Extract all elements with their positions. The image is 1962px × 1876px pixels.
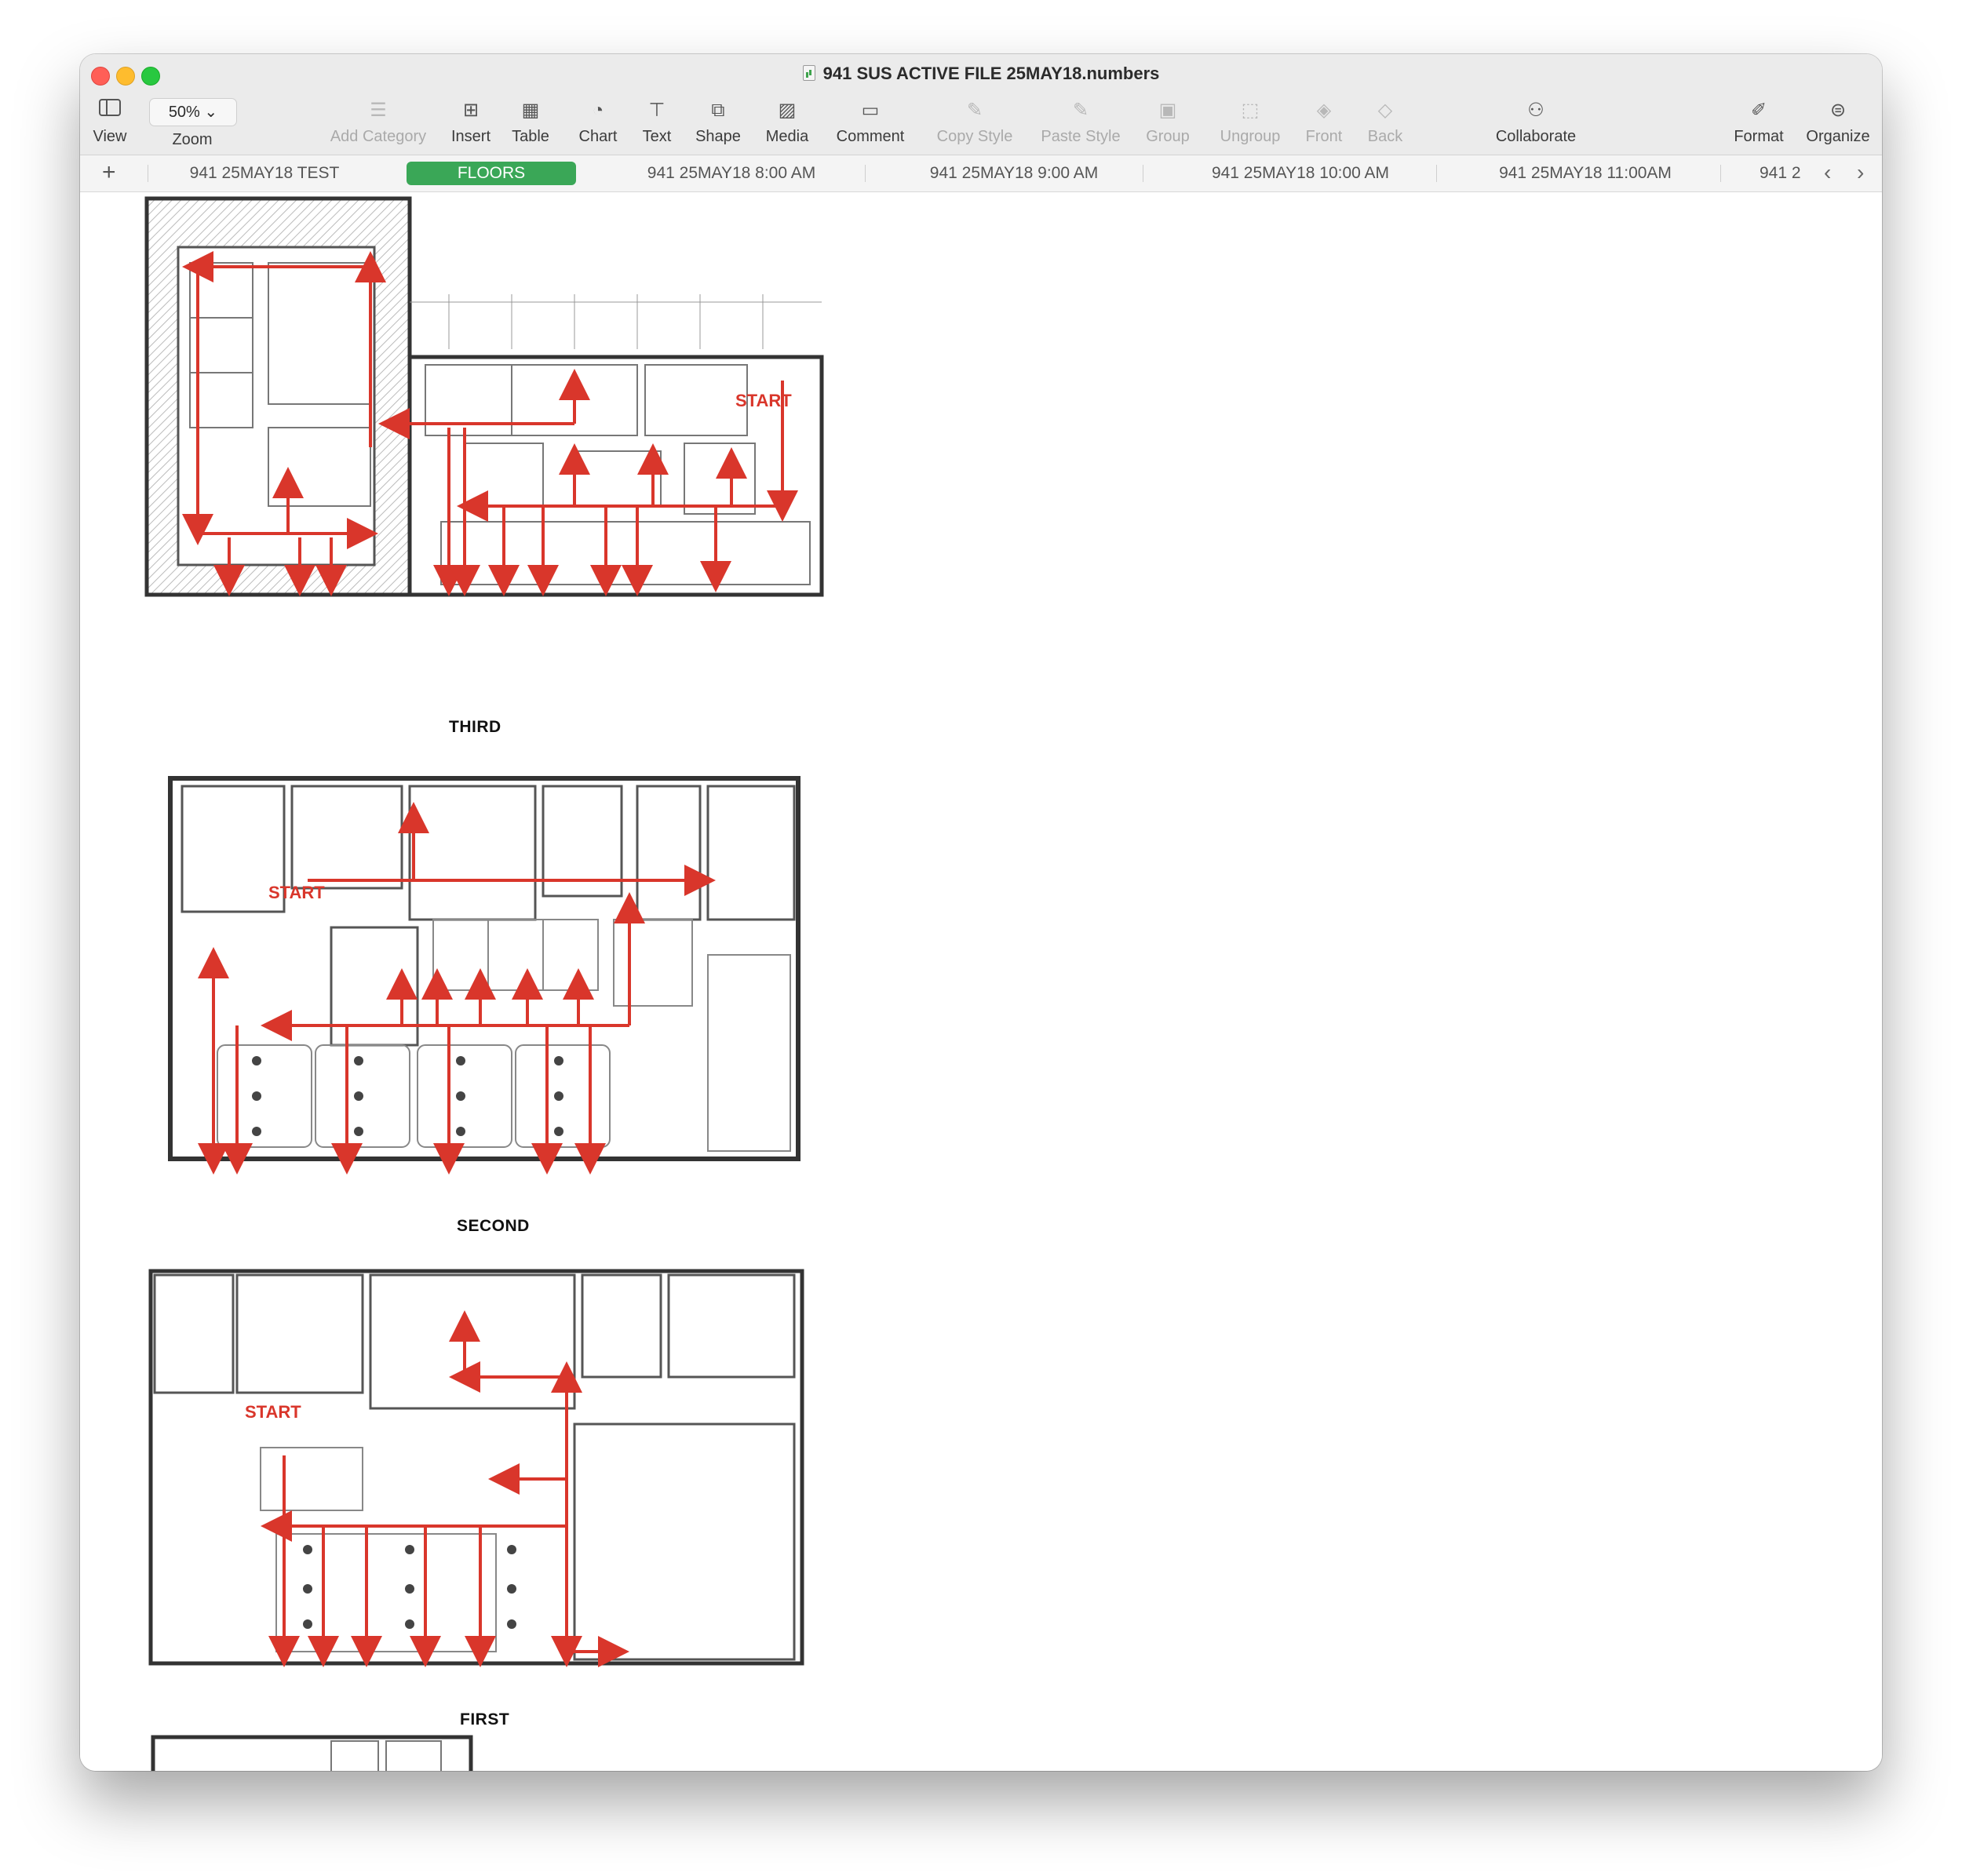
format-button[interactable]: ✐ Format [1723,98,1794,150]
tab-separator [1720,165,1721,182]
zoom-dropdown[interactable]: 50% ⌄ [149,98,237,126]
text-box-icon: ⊤ [648,100,666,121]
paste-dropper-icon: ✎ [1072,100,1089,121]
shape-icon: ⧉ [711,100,725,121]
titlebar: 941 SUS ACTIVE FILE 25MAY18.numbers View… [80,54,1882,155]
ungroup-label: Ungroup [1220,128,1281,145]
start-label: START [735,391,792,410]
collaborate-button[interactable]: ⚇ Collaborate [1477,98,1595,150]
format-label: Format [1734,128,1784,145]
front-label: Front [1305,128,1343,145]
organize-button[interactable]: ⊜ Organize [1797,98,1879,150]
view-label: View [93,128,127,145]
window-title: 941 SUS ACTIVE FILE 25MAY18.numbers [80,64,1882,84]
floor-label-first: FIRST [460,1710,510,1728]
chart-label: Chart [578,128,618,145]
floor-plan-basement [151,1735,473,1771]
floor-plan-top: START [144,196,824,597]
collaborate-icon: ⚇ [1527,100,1544,121]
chart-icon: ◔ [592,100,604,121]
add-category-label: Add Category [330,128,427,145]
tab-941-25may18-10am[interactable]: 941 25MAY18 10:00 AM [1179,162,1422,185]
window-title-text: 941 SUS ACTIVE FILE 25MAY18.numbers [822,64,1160,83]
shape-label: Shape [695,128,741,145]
tab-separator [1436,165,1437,182]
copy-style-label: Copy Style [936,128,1013,145]
copy-style-button[interactable]: ✎ Copy Style [928,98,1022,150]
back-label: Back [1367,128,1403,145]
view-button[interactable]: View [88,98,132,150]
tab-separator [865,165,866,182]
start-label: START [268,883,325,902]
text-label: Text [642,128,672,145]
comment-button[interactable]: ▭ Comment [827,98,914,150]
back-button[interactable]: ◇ Back [1359,98,1411,150]
group-button[interactable]: ▣ Group [1138,98,1198,150]
ungroup-icon: ⬚ [1241,100,1260,121]
floor-label-second: SECOND [457,1217,530,1235]
comment-label: Comment [836,128,905,145]
numbers-window: 941 SUS ACTIVE FILE 25MAY18.numbers View… [80,54,1882,1771]
media-button[interactable]: ▨ Media [755,98,819,150]
tab-941-25may18-8am[interactable]: 941 25MAY18 8:00 AM [614,162,849,185]
zoom-value: 50% [168,104,200,121]
sidebar-icon [88,98,132,123]
media-icon: ▨ [778,100,797,121]
floor-label-third: THIRD [449,718,501,736]
sheet-canvas: START THIRD START SECOND START FIRST [80,192,1882,1771]
group-label: Group [1146,128,1190,145]
paste-style-label: Paste Style [1041,128,1121,145]
text-button[interactable]: ⊤ Text [629,98,684,150]
paste-style-button[interactable]: ✎ Paste Style [1030,98,1132,150]
sheet-tab-bar: + 941 25MAY18 TEST FLOORS 941 25MAY18 8:… [80,155,1882,192]
zoom-label: Zoom [172,131,213,148]
floor-plan-third: START [168,776,800,1175]
insert-icon: ⊞ [462,100,480,121]
chevron-down-icon: ⌄ [204,104,218,121]
table-label: Table [512,128,549,145]
add-category-button[interactable]: ☰ Add Category [315,98,441,150]
numbers-document-icon [802,65,815,81]
insert-button[interactable]: ⊞ Insert [439,98,502,150]
tab-941-25may18-9am[interactable]: 941 25MAY18 9:00 AM [896,162,1132,185]
bring-front-icon: ◈ [1316,100,1332,121]
chevron-right-icon[interactable]: › [1857,158,1864,187]
media-label: Media [765,128,809,145]
send-back-icon: ◇ [1377,100,1393,121]
add-sheet-button[interactable]: + [102,158,116,187]
table-button[interactable]: ▦ Table [502,98,559,150]
eyedropper-icon: ✎ [966,100,983,121]
start-label: START [245,1402,301,1422]
table-icon: ▦ [521,100,540,121]
group-icon: ▣ [1158,100,1177,121]
tab-941-truncated[interactable]: 941 2 [1760,162,1814,185]
chevron-left-icon[interactable]: ‹ [1824,158,1831,187]
ungroup-button[interactable]: ⬚ Ungroup [1207,98,1293,150]
floor-plan-first: START [148,1269,804,1667]
shape-button[interactable]: ⧉ Shape [684,98,752,150]
comment-icon: ▭ [861,100,880,121]
organize-icon: ⊜ [1829,100,1847,121]
tab-941-25may18-11am[interactable]: 941 25MAY18 11:00AM [1468,162,1703,185]
list-icon: ☰ [370,100,387,121]
insert-label: Insert [450,128,491,145]
paintbrush-icon: ✐ [1750,100,1767,121]
tab-941-25may18-test[interactable]: 941 25MAY18 TEST [174,162,355,185]
tab-floors[interactable]: FLOORS [407,162,576,185]
front-button[interactable]: ◈ Front [1298,98,1350,150]
chart-button[interactable]: ◔ Chart [567,98,629,150]
organize-label: Organize [1806,128,1870,145]
collaborate-label: Collaborate [1495,128,1577,145]
